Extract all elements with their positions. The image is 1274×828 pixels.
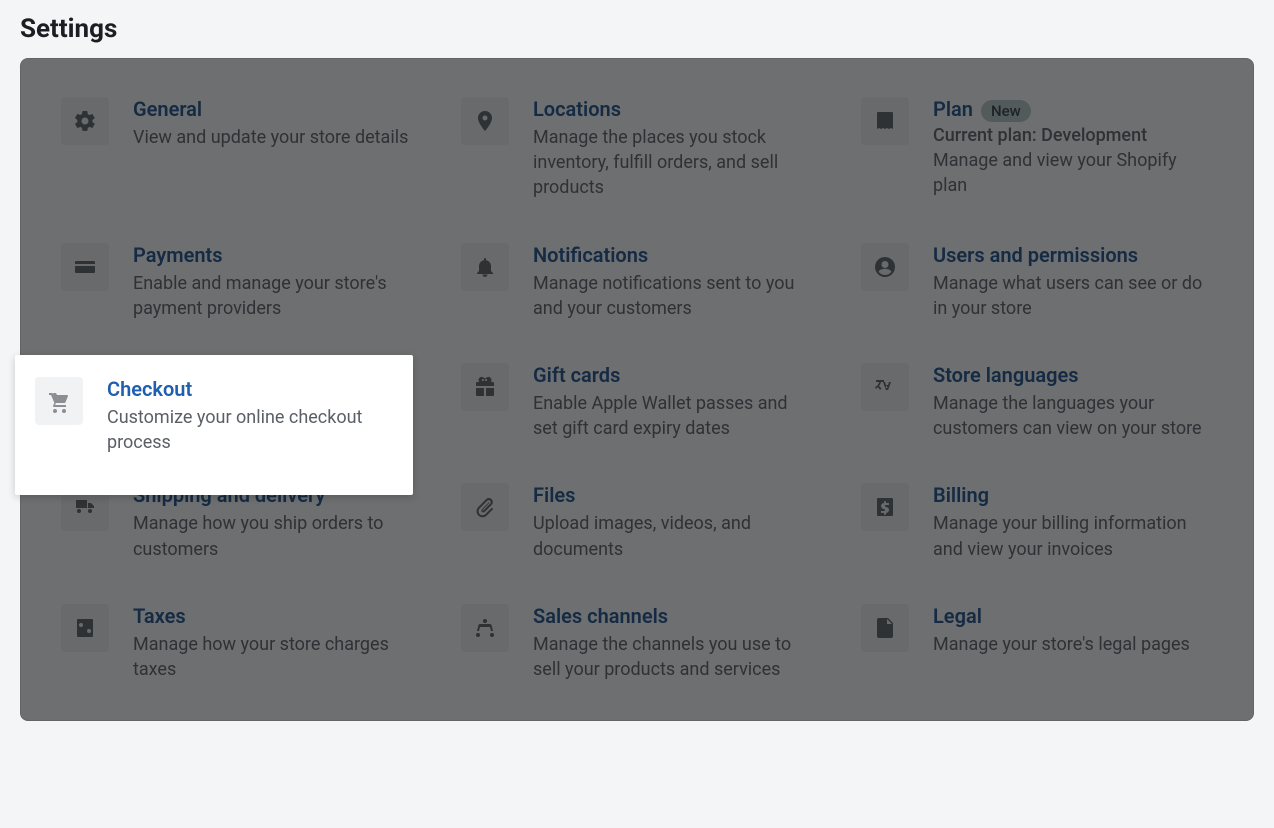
tile-shipping[interactable]: Shipping and delivery Manage how you shi…	[61, 483, 413, 561]
tile-title: Files	[533, 483, 575, 507]
gear-icon	[61, 97, 109, 145]
tile-title: Gift cards	[533, 363, 620, 387]
tile-title: General	[133, 97, 202, 121]
tile-desc: Manage and view your Shopify plan	[933, 148, 1213, 198]
tile-files[interactable]: Files Upload images, videos, and documen…	[461, 483, 813, 561]
tile-title: Plan	[933, 97, 973, 121]
tile-giftcards[interactable]: Gift cards Enable Apple Wallet passes an…	[461, 363, 813, 441]
tile-title: Taxes	[133, 604, 186, 628]
document-icon	[861, 604, 909, 652]
tile-general[interactable]: General View and update your store detai…	[61, 97, 413, 201]
receipt-icon	[861, 97, 909, 145]
settings-panel: General View and update your store detai…	[20, 58, 1254, 721]
tile-users[interactable]: Users and permissions Manage what users …	[861, 243, 1213, 321]
settings-grid: General View and update your store detai…	[61, 97, 1213, 682]
tile-notifications[interactable]: Notifications Manage notifications sent …	[461, 243, 813, 321]
tile-title: Checkout	[133, 363, 218, 387]
tile-title: Payments	[133, 243, 223, 267]
tile-payments[interactable]: Payments Enable and manage your store's …	[61, 243, 413, 321]
tile-desc: Manage the languages your customers can …	[933, 391, 1213, 441]
tile-desc: Enable Apple Wallet passes and set gift …	[533, 391, 813, 441]
person-circle-icon	[861, 243, 909, 291]
tile-title: Users and permissions	[933, 243, 1138, 267]
tile-desc: Manage how you ship orders to customers	[133, 511, 413, 561]
tile-title: Store languages	[933, 363, 1079, 387]
tile-title: Shipping and delivery	[133, 483, 325, 507]
settings-panel-wrap: General View and update your store detai…	[20, 58, 1254, 721]
tile-desc: Manage your billing information and view…	[933, 511, 1213, 561]
tile-desc: Customize your online checkout process	[133, 391, 413, 441]
tile-desc: Manage what users can see or do in your …	[933, 271, 1213, 321]
tile-desc: Enable and manage your store's payment p…	[133, 271, 413, 321]
gift-icon	[461, 363, 509, 411]
tile-plan[interactable]: Plan New Current plan: Development Manage…	[861, 97, 1213, 201]
tile-title: Sales channels	[533, 604, 668, 628]
dollar-icon	[861, 483, 909, 531]
tile-billing[interactable]: Billing Manage your billing information …	[861, 483, 1213, 561]
tile-title: Locations	[533, 97, 621, 121]
tile-desc: Manage the channels you use to sell your…	[533, 632, 813, 682]
tile-sales-channels[interactable]: Sales channels Manage the channels you u…	[461, 604, 813, 682]
tile-desc: Manage the places you stock inventory, f…	[533, 125, 813, 201]
cart-icon	[61, 363, 109, 411]
tile-subtitle: Current plan: Development	[933, 125, 1213, 146]
tile-desc: Manage your store's legal pages	[933, 632, 1190, 657]
percent-icon	[61, 604, 109, 652]
page-title: Settings	[20, 14, 1254, 44]
channels-icon	[461, 604, 509, 652]
credit-card-icon	[61, 243, 109, 291]
tile-desc: View and update your store details	[133, 125, 408, 150]
tile-desc: Manage how your store charges taxes	[133, 632, 413, 682]
translate-icon	[861, 363, 909, 411]
tile-title: Notifications	[533, 243, 648, 267]
tile-title: Legal	[933, 604, 982, 628]
tile-checkout[interactable]: Checkout Customize your online checkout …	[61, 363, 413, 441]
tile-desc: Upload images, videos, and documents	[533, 511, 813, 561]
truck-icon	[61, 483, 109, 531]
tile-taxes[interactable]: Taxes Manage how your store charges taxe…	[61, 604, 413, 682]
tile-legal[interactable]: Legal Manage your store's legal pages	[861, 604, 1213, 682]
paperclip-icon	[461, 483, 509, 531]
tile-desc: Manage notifications sent to you and you…	[533, 271, 813, 321]
bell-icon	[461, 243, 509, 291]
tile-locations[interactable]: Locations Manage the places you stock in…	[461, 97, 813, 201]
tile-title: Billing	[933, 483, 989, 507]
new-badge: New	[981, 100, 1031, 122]
location-pin-icon	[461, 97, 509, 145]
tile-languages[interactable]: Store languages Manage the languages you…	[861, 363, 1213, 441]
